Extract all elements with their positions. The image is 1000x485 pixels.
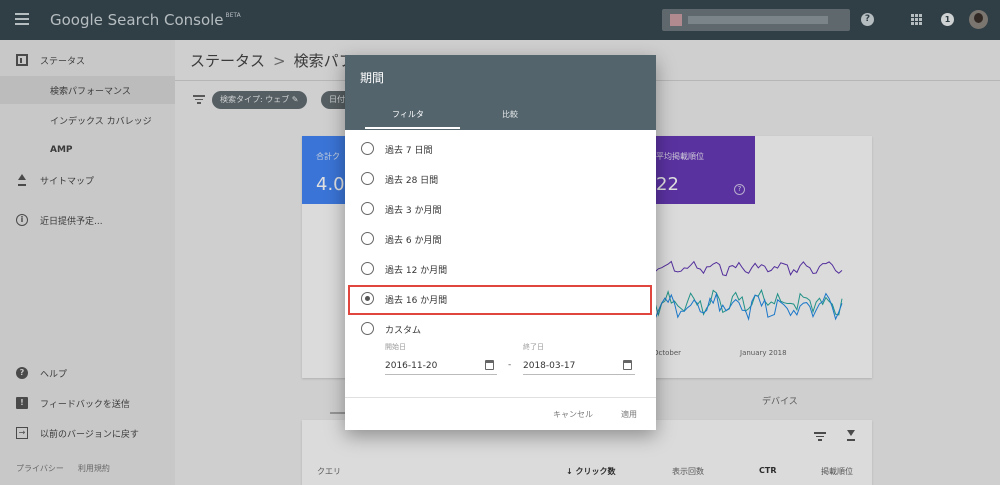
date-range-dash: - — [508, 360, 512, 370]
radio-button[interactable] — [361, 202, 374, 215]
option-label: カスタム — [385, 326, 422, 336]
cancel-button[interactable]: キャンセル — [553, 409, 593, 420]
option-last-3-months[interactable]: 過去 3 か月間 — [345, 198, 656, 220]
radio-button-selected[interactable] — [361, 292, 374, 305]
tab-compare[interactable]: 比較 — [502, 109, 518, 120]
option-label: 過去 7 日間 — [385, 146, 433, 156]
calendar-icon[interactable] — [623, 360, 632, 370]
tab-filter[interactable]: フィルタ — [392, 109, 424, 120]
option-label: 過去 12 か月間 — [385, 266, 448, 276]
option-label: 過去 28 日間 — [385, 176, 439, 186]
option-label: 過去 16 か月間 — [385, 296, 448, 306]
option-label: 過去 3 か月間 — [385, 206, 442, 216]
dialog-header: 期間 フィルタ 比較 — [345, 55, 656, 130]
radio-button[interactable] — [361, 232, 374, 245]
option-last-12-months[interactable]: 過去 12 か月間 — [345, 258, 656, 280]
tab-indicator — [365, 127, 460, 129]
option-last-28-days[interactable]: 過去 28 日間 — [345, 168, 656, 190]
option-custom[interactable]: カスタム — [345, 318, 656, 340]
calendar-icon[interactable] — [485, 360, 494, 370]
start-date-underline — [385, 374, 497, 375]
option-label: 過去 6 か月間 — [385, 236, 442, 246]
dialog-divider — [345, 397, 656, 398]
date-range-dialog: 期間 フィルタ 比較 過去 7 日間 過去 28 日間 過去 3 か月間 過去 … — [345, 55, 656, 430]
radio-button[interactable] — [361, 172, 374, 185]
apply-button[interactable]: 適用 — [621, 409, 637, 420]
radio-button[interactable] — [361, 262, 374, 275]
end-date-underline — [523, 374, 635, 375]
end-date-label: 終了日 — [523, 343, 544, 351]
radio-button[interactable] — [361, 142, 374, 155]
end-date-input[interactable]: 2018-03-17 — [523, 361, 575, 371]
option-last-6-months[interactable]: 過去 6 か月間 — [345, 228, 656, 250]
start-date-input[interactable]: 2016-11-20 — [385, 361, 437, 371]
option-last-7-days[interactable]: 過去 7 日間 — [345, 138, 656, 160]
option-last-16-months[interactable]: 過去 16 か月間 — [345, 288, 656, 310]
start-date-label: 開始日 — [385, 343, 406, 351]
dialog-title: 期間 — [360, 71, 385, 85]
radio-button[interactable] — [361, 322, 374, 335]
